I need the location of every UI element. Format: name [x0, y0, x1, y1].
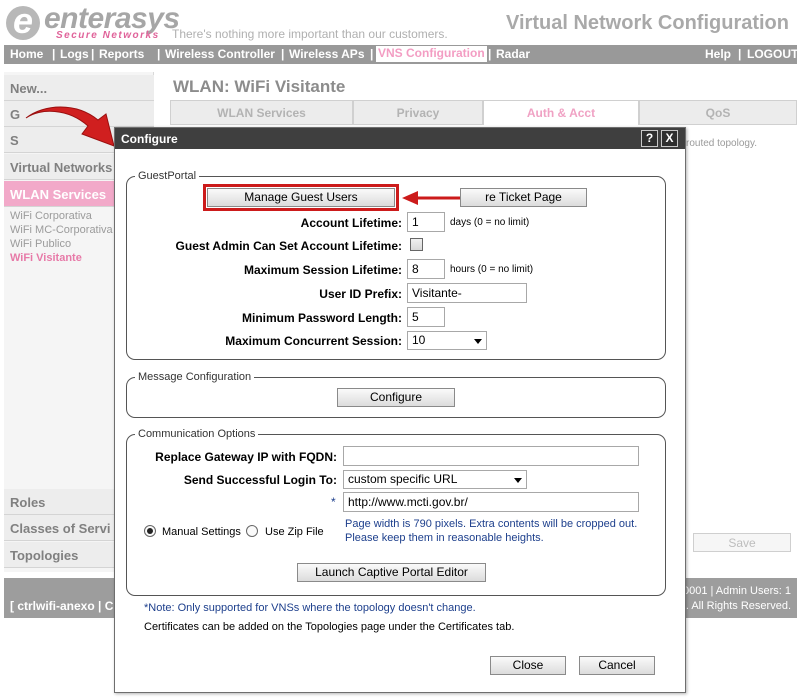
tagline: There's nothing more important than our …: [172, 27, 448, 41]
send-login-to-label: Send Successful Login To:: [183, 473, 337, 487]
footer-copyright: . All Rights Reserved.: [685, 600, 791, 612]
message-configure-button[interactable]: Configure: [337, 388, 455, 407]
page-width-note: Page width is 790 pixels. Extra contents…: [345, 518, 638, 530]
account-lifetime-input[interactable]: 1: [407, 212, 445, 232]
dialog-title-bar: Configure: [115, 128, 685, 149]
sidebar-item-new[interactable]: New...: [4, 75, 154, 101]
use-zip-file-label: Use Zip File: [265, 526, 324, 538]
wlan-list-item[interactable]: WiFi Corporativa: [10, 210, 92, 222]
userid-prefix-input[interactable]: Visitante-: [407, 283, 527, 303]
certificates-note: Certificates can be added on the Topolog…: [144, 621, 515, 633]
guest-portal-legend: GuestPortal: [138, 170, 197, 182]
nav-vns-configuration[interactable]: VNS Configuration: [376, 46, 487, 62]
nav-help[interactable]: Help: [705, 47, 731, 61]
footer-status: 0001 | Admin Users: 1: [682, 585, 791, 597]
close-icon[interactable]: X: [661, 130, 678, 147]
nav-home[interactable]: Home: [10, 47, 43, 61]
send-login-to-value: custom specific URL: [348, 472, 458, 486]
account-lifetime-hint: days (0 = no limit): [450, 217, 530, 228]
min-password-length-label: Minimum Password Length:: [241, 311, 402, 325]
page-title: WLAN: WiFi Visitante: [173, 77, 346, 96]
enterasys-logo-icon: [6, 0, 40, 42]
configure-dialog: Configure ? X GuestPortal Manage Guest U…: [114, 127, 686, 693]
chevron-down-icon: [474, 339, 482, 344]
userid-prefix-label: User ID Prefix:: [319, 287, 402, 301]
nav-wireless-controller[interactable]: Wireless Controller: [165, 47, 275, 61]
highlight-box: [203, 184, 399, 211]
replace-gateway-input[interactable]: [343, 446, 639, 466]
wlan-list-item[interactable]: WiFi Publico: [10, 238, 71, 250]
dialog-title: Configure: [121, 132, 178, 146]
guest-admin-lifetime-label: Guest Admin Can Set Account Lifetime:: [175, 239, 402, 253]
required-asterisk: *: [331, 495, 336, 509]
save-button[interactable]: Save: [693, 533, 791, 552]
wlan-list-item[interactable]: WiFi MC-Corporativa: [10, 224, 113, 236]
use-zip-file-radio[interactable]: [246, 525, 258, 537]
send-login-to-select[interactable]: custom specific URL: [343, 470, 527, 489]
brand-subtitle: Secure Networks: [56, 30, 160, 41]
tab-qos[interactable]: QoS: [639, 100, 797, 125]
status-footer: 0001 | Admin Users: 1 . All Rights Reser…: [682, 578, 797, 618]
chevron-down-icon: [514, 478, 522, 483]
cancel-button[interactable]: Cancel: [579, 656, 655, 675]
nav-radar[interactable]: Radar: [496, 47, 530, 61]
nav-logs[interactable]: Logs: [60, 47, 89, 61]
vns-topology-note: *Note: Only supported for VNSs where the…: [144, 602, 476, 614]
message-configuration-legend: Message Configuration: [138, 371, 252, 383]
manual-settings-label: Manual Settings: [162, 526, 241, 538]
top-nav: Home | Logs | Reports | Wireless Control…: [4, 45, 798, 64]
replace-gateway-label: Replace Gateway IP with FQDN:: [155, 450, 337, 464]
tab-wlan-services[interactable]: WLAN Services: [170, 100, 353, 125]
nav-logout[interactable]: LOGOUT: [747, 47, 798, 61]
tab-auth-acct[interactable]: Auth & Acct: [483, 100, 639, 125]
configure-ticket-page-button[interactable]: re Ticket Page: [460, 188, 587, 207]
help-icon[interactable]: ?: [641, 130, 658, 147]
login-url-input[interactable]: http://www.mcti.gov.br/: [343, 492, 639, 512]
manual-settings-radio[interactable]: [144, 525, 156, 537]
nav-reports[interactable]: Reports: [99, 47, 144, 61]
max-concurrent-session-value: 10: [412, 333, 426, 347]
account-lifetime-label: Account Lifetime:: [300, 216, 402, 230]
close-button[interactable]: Close: [490, 656, 566, 675]
controller-name: [ ctrlwifi-anexo | C: [10, 599, 114, 613]
max-session-lifetime-input[interactable]: 8: [407, 259, 445, 279]
min-password-length-input[interactable]: 5: [407, 307, 445, 327]
page-height-note: Please keep them in reasonable heights.: [345, 532, 544, 544]
red-arrow-annotation-icon: [25, 106, 115, 147]
max-concurrent-session-select[interactable]: 10: [407, 331, 487, 350]
max-concurrent-session-label: Maximum Concurrent Session:: [225, 334, 402, 348]
background-note: routed topology.: [686, 138, 757, 149]
max-session-lifetime-hint: hours (0 = no limit): [450, 264, 534, 275]
guest-admin-lifetime-checkbox[interactable]: [410, 238, 423, 251]
wlan-list-item-active[interactable]: WiFi Visitante: [10, 252, 82, 264]
nav-wireless-aps[interactable]: Wireless APs: [289, 47, 365, 61]
app-title: Virtual Network Configuration: [506, 12, 789, 34]
max-session-lifetime-label: Maximum Session Lifetime:: [243, 263, 402, 277]
tab-privacy[interactable]: Privacy: [353, 100, 483, 125]
communication-options-legend: Communication Options: [138, 428, 256, 440]
launch-captive-portal-editor-button[interactable]: Launch Captive Portal Editor: [297, 563, 486, 582]
